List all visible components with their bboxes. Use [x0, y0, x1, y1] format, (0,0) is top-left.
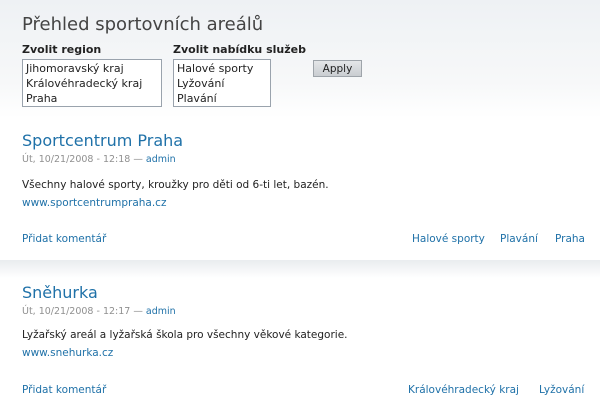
node-meta: Út, 10/21/2008 - 12:18 — admin — [22, 154, 176, 165]
service-option[interactable]: Plavání — [177, 91, 267, 106]
add-comment-link[interactable]: Přidat komentář — [22, 384, 106, 396]
node-url-link[interactable]: www.snehurka.cz — [22, 347, 113, 359]
node-author-link[interactable]: admin — [146, 306, 176, 317]
node-body: Všechny halové sporty, kroužky pro děti … — [22, 179, 329, 191]
apply-button[interactable]: Apply — [313, 60, 362, 77]
node-author-link[interactable]: admin — [146, 154, 176, 165]
add-comment-link[interactable]: Přidat komentář — [22, 233, 106, 245]
node-url-link[interactable]: www.sportcentrumpraha.cz — [22, 197, 166, 209]
region-filter-label: Zvolit region — [22, 43, 102, 56]
tag-link[interactable]: Praha — [555, 233, 585, 245]
tag-link[interactable]: Lyžování — [539, 384, 584, 396]
region-option[interactable]: Královéhradecký kraj — [26, 76, 158, 91]
tag-link[interactable]: Královéhradecký kraj — [408, 384, 519, 396]
tag-link[interactable]: Plavání — [500, 233, 538, 245]
region-option[interactable]: Jihomoravský kraj — [26, 61, 158, 76]
node-date: Út, 10/21/2008 - 12:18 — [22, 154, 131, 165]
node-date: Út, 10/21/2008 - 12:17 — [22, 306, 131, 317]
node-title[interactable]: Sportcentrum Praha — [22, 131, 183, 150]
service-select[interactable]: Halové sporty Lyžování Plavání — [173, 59, 271, 107]
page: Přehled sportovních areálů Zvolit region… — [0, 0, 600, 411]
region-select[interactable]: Jihomoravský kraj Královéhradecký kraj P… — [22, 59, 162, 107]
service-filter-label: Zvolit nabídku služeb — [173, 43, 306, 56]
node-meta: Út, 10/21/2008 - 12:17 — admin — [22, 306, 176, 317]
service-option[interactable]: Halové sporty — [177, 61, 267, 76]
node-title[interactable]: Sněhurka — [22, 283, 98, 302]
node-divider — [0, 260, 600, 278]
meta-separator: — — [130, 306, 146, 317]
tag-link[interactable]: Halové sporty — [412, 233, 485, 245]
meta-separator: — — [130, 154, 146, 165]
region-option[interactable]: Praha — [26, 91, 158, 106]
service-option[interactable]: Lyžování — [177, 76, 267, 91]
page-title: Přehled sportovních areálů — [22, 14, 264, 35]
node-body: Lyžařský areál a lyžařská škola pro všec… — [22, 329, 348, 341]
